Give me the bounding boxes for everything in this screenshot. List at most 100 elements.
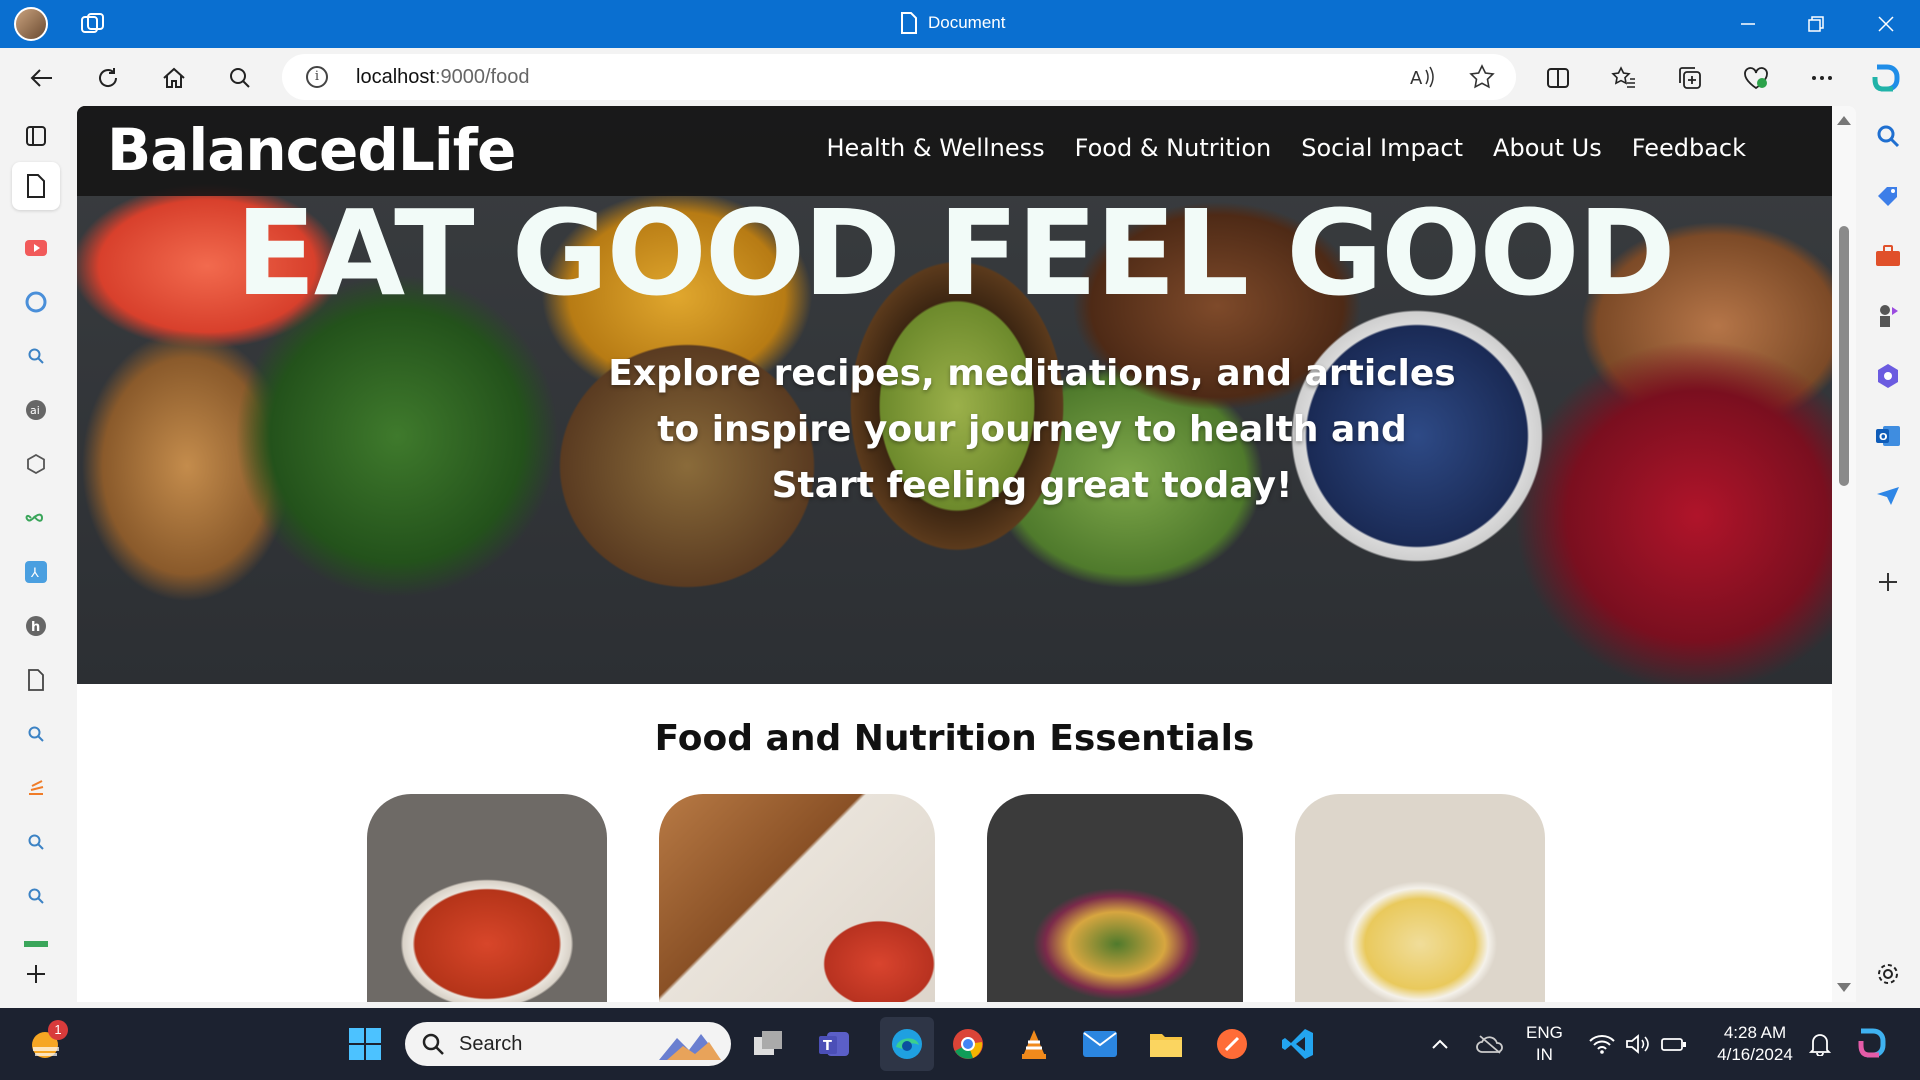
svg-text:ai: ai	[30, 404, 40, 417]
search-icon[interactable]	[1872, 120, 1904, 152]
search-icon[interactable]	[222, 60, 258, 96]
profile-avatar[interactable]	[14, 7, 48, 41]
teams-icon[interactable]: T	[814, 1024, 854, 1064]
url-text[interactable]: localhost:9000/food	[356, 66, 529, 89]
chrome-icon[interactable]	[948, 1024, 988, 1064]
youtube-icon[interactable]	[20, 232, 52, 264]
food-card-soup[interactable]	[367, 794, 607, 1002]
onedrive-offline-icon[interactable]	[1470, 1024, 1510, 1064]
vlc-icon[interactable]	[1014, 1024, 1054, 1064]
favorites-icon[interactable]	[1606, 60, 1642, 96]
search-icon[interactable]	[20, 340, 52, 372]
site-info-icon[interactable]: i	[306, 66, 328, 88]
app-icon[interactable]: ⅄	[20, 556, 52, 588]
workspaces-icon[interactable]	[80, 12, 106, 36]
site-nav-links: Health & Wellness Food & Nutrition Socia…	[826, 134, 1746, 162]
copilot-taskbar-icon[interactable]	[1852, 1024, 1892, 1064]
hero-subtitle-line: Start feeling great today!	[771, 465, 1293, 506]
copilot-icon[interactable]	[1868, 60, 1904, 96]
nav-health-wellness[interactable]: Health & Wellness	[826, 134, 1044, 162]
refresh-button[interactable]	[90, 60, 126, 96]
notifications-bell-icon[interactable]	[1800, 1024, 1840, 1064]
outlook-icon[interactable]: O	[1872, 420, 1904, 452]
nav-feedback[interactable]: Feedback	[1632, 134, 1746, 162]
food-card-grilled-veg[interactable]	[987, 794, 1243, 1002]
copilot-hex-icon[interactable]	[1872, 360, 1904, 392]
svg-text:O: O	[1879, 432, 1888, 443]
split-screen-icon[interactable]	[1540, 60, 1576, 96]
battery-icon[interactable]	[1654, 1024, 1694, 1064]
send-icon[interactable]	[1872, 480, 1904, 512]
close-button[interactable]	[1856, 0, 1916, 48]
start-windows-icon[interactable]	[345, 1024, 385, 1064]
search-icon[interactable]	[20, 826, 52, 858]
site-logo[interactable]: BalancedLife	[107, 116, 516, 184]
svg-text:T: T	[823, 1039, 832, 1054]
page-scrollbar[interactable]	[1832, 106, 1856, 1002]
search-highlight-icon	[659, 1034, 721, 1060]
task-view-icon[interactable]	[748, 1024, 788, 1064]
chevron-up-icon[interactable]	[1420, 1024, 1460, 1064]
search-icon[interactable]	[20, 718, 52, 750]
address-bar[interactable]: i localhost:9000/food A	[282, 54, 1516, 100]
window-title: Document	[900, 12, 1005, 34]
taskbar: 1 Search T ENG IN 4:28 AM 4/16/2024	[0, 1008, 1920, 1080]
add-icon[interactable]	[1872, 566, 1904, 598]
stack-icon[interactable]	[20, 772, 52, 804]
section-title: Food and Nutrition Essentials	[654, 718, 1255, 759]
cube-icon[interactable]	[20, 448, 52, 480]
nav-social-impact[interactable]: Social Impact	[1301, 134, 1463, 162]
ruler-icon[interactable]	[20, 928, 52, 960]
file-icon[interactable]	[20, 664, 52, 696]
postman-icon[interactable]	[1212, 1024, 1252, 1064]
search-icon[interactable]	[20, 880, 52, 912]
clock-date: 4/16/2024	[1717, 1045, 1793, 1064]
hero-subtitle-line: Explore recipes, meditations, and articl…	[608, 353, 1456, 394]
nav-about-us[interactable]: About Us	[1493, 134, 1602, 162]
settings-icon[interactable]	[1872, 958, 1904, 990]
back-button[interactable]	[24, 60, 60, 96]
volume-icon[interactable]	[1618, 1024, 1658, 1064]
vscode-icon[interactable]	[1278, 1024, 1318, 1064]
mail-icon[interactable]	[1080, 1024, 1120, 1064]
app-circle-icon[interactable]	[20, 286, 52, 318]
add-icon[interactable]	[20, 958, 52, 990]
website: BalancedLife Health & Wellness Food & Nu…	[77, 106, 1832, 1002]
browser-essentials-icon[interactable]	[1738, 60, 1774, 96]
more-options-icon[interactable]	[1804, 60, 1840, 96]
chess-icon[interactable]	[1872, 300, 1904, 332]
food-card-toast[interactable]	[659, 794, 935, 1002]
page-viewport: BalancedLife Health & Wellness Food & Nu…	[77, 106, 1856, 1002]
nav-food-nutrition[interactable]: Food & Nutrition	[1075, 134, 1272, 162]
restore-button[interactable]	[1786, 0, 1846, 48]
collections-icon[interactable]	[1672, 60, 1708, 96]
food-card-smoothie[interactable]	[1295, 794, 1545, 1002]
clock[interactable]: 4:28 AM 4/16/2024	[1712, 1022, 1798, 1066]
scroll-down-arrow[interactable]	[1837, 983, 1851, 992]
workspaces-icon[interactable]	[20, 120, 52, 152]
document-icon	[901, 12, 917, 34]
scroll-up-arrow[interactable]	[1837, 116, 1851, 125]
edge-icon[interactable]	[880, 1017, 934, 1071]
scrollbar-thumb[interactable]	[1839, 226, 1849, 486]
minimize-button[interactable]	[1718, 0, 1778, 48]
browser-toolbar: i localhost:9000/food A	[0, 48, 1920, 106]
svg-text:A: A	[1410, 68, 1423, 89]
tag-icon[interactable]	[1872, 180, 1904, 212]
wifi-icon[interactable]	[1582, 1024, 1622, 1064]
briefcase-icon[interactable]	[1872, 240, 1904, 272]
ai-icon[interactable]: ai	[20, 394, 52, 426]
document-tab-icon[interactable]	[12, 162, 60, 210]
language-indicator[interactable]: ENG IN	[1526, 1022, 1563, 1066]
svg-text:⅄: ⅄	[30, 566, 39, 581]
language-line: ENG	[1526, 1023, 1563, 1042]
hero-subtitle-line: to inspire your journey to health and	[657, 409, 1407, 450]
h-app-icon[interactable]: h	[20, 610, 52, 642]
hero-subtitle: Explore recipes, meditations, and articl…	[577, 346, 1487, 514]
favorite-star-icon[interactable]	[1468, 64, 1496, 90]
infinity-icon[interactable]	[20, 502, 52, 534]
home-button[interactable]	[156, 60, 192, 96]
taskbar-search[interactable]: Search	[405, 1022, 731, 1066]
file-explorer-icon[interactable]	[1146, 1024, 1186, 1064]
read-aloud-icon[interactable]: A	[1408, 64, 1436, 90]
